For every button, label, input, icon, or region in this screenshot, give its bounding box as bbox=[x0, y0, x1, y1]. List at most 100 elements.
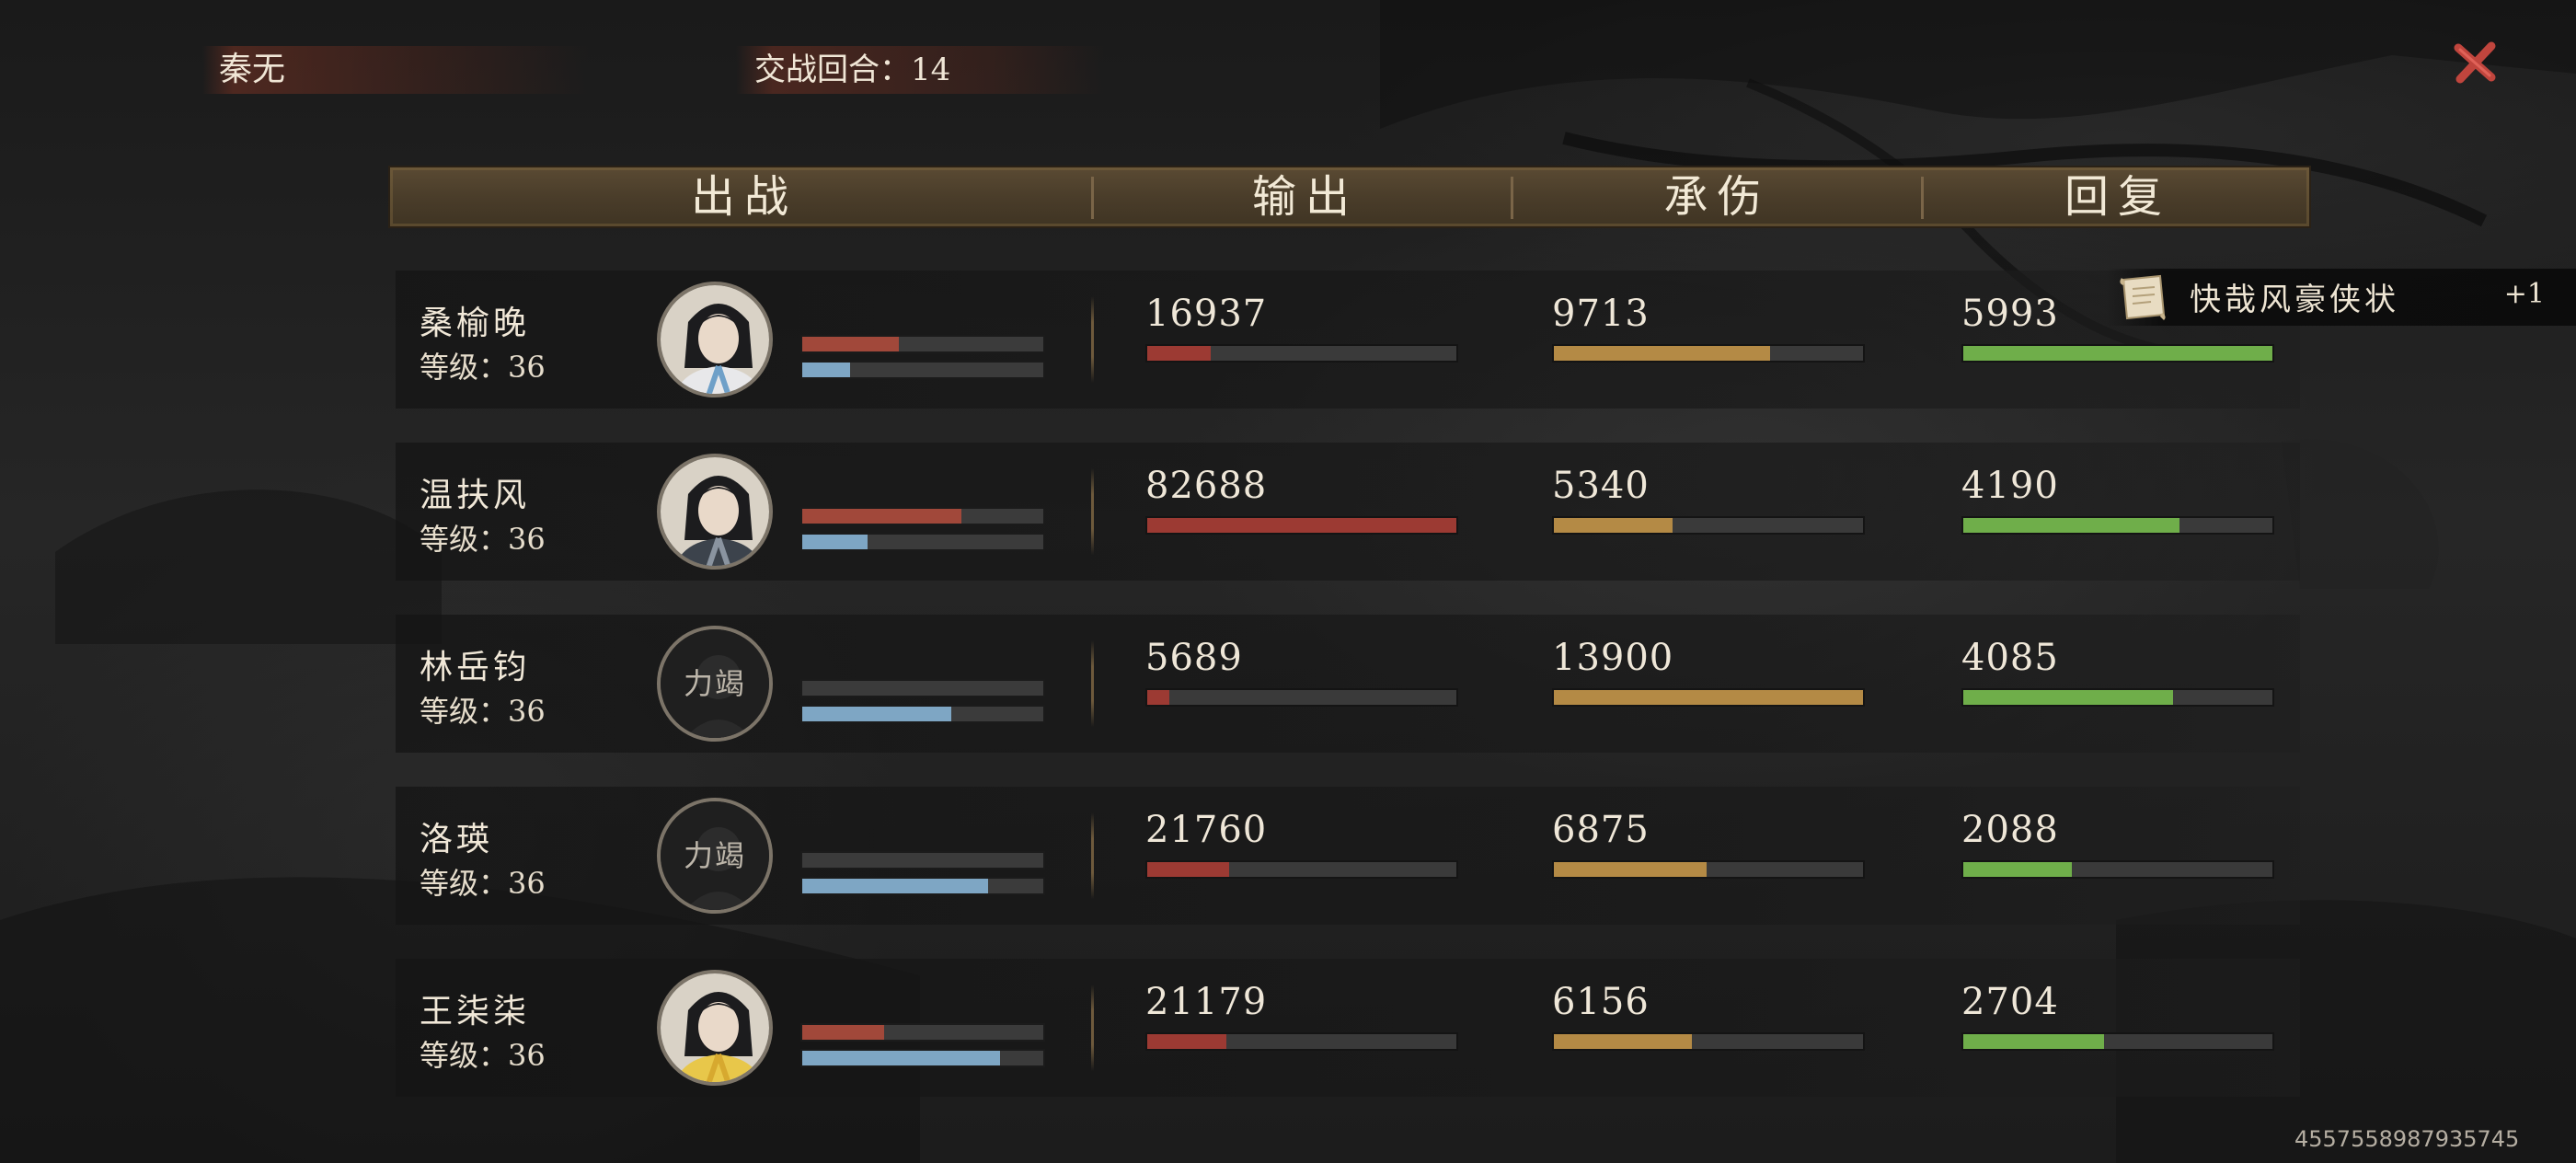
character-level: 等级：36 bbox=[420, 1038, 546, 1073]
character-row: 温扶风等级：36 82688 5340 4190 bbox=[396, 443, 2300, 581]
row-divider bbox=[1091, 985, 1094, 1071]
close-button[interactable] bbox=[2451, 39, 2499, 86]
header-damage-taken: 承伤 bbox=[1663, 171, 1771, 223]
output-bar bbox=[1145, 1032, 1458, 1051]
damage-taken-bar bbox=[1552, 860, 1865, 879]
damage-taken-bar bbox=[1552, 688, 1865, 707]
character-level: 等级：36 bbox=[420, 866, 546, 901]
output-value: 16937 bbox=[1145, 293, 1268, 335]
output-value: 82688 bbox=[1145, 465, 1268, 507]
damage-taken-fill bbox=[1554, 690, 1863, 705]
character-level: 等级：36 bbox=[420, 694, 546, 729]
output-value: 21179 bbox=[1145, 981, 1268, 1023]
character-avatar[interactable] bbox=[657, 970, 773, 1086]
health-bar bbox=[800, 851, 1045, 869]
notice-text: 快哉风豪侠状 bbox=[2190, 282, 2399, 318]
character-row: 桑榆晚 等级：36 16937 9713 5993 bbox=[396, 271, 2300, 409]
row-divider bbox=[1091, 468, 1094, 555]
stats-header: 出战 输出 承伤 回复 bbox=[388, 166, 2311, 228]
energy-fill bbox=[802, 535, 868, 549]
character-row: 洛瑛等级：36 力竭 21760 6875 2088 bbox=[396, 787, 2300, 925]
output-fill bbox=[1147, 690, 1169, 705]
health-bar bbox=[800, 335, 1045, 353]
header-output: 输出 bbox=[1251, 171, 1359, 223]
row-divider bbox=[1091, 296, 1094, 383]
character-name: 洛瑛 bbox=[420, 821, 494, 858]
damage-taken-bar bbox=[1552, 516, 1865, 535]
healing-value: 2704 bbox=[1961, 981, 2059, 1023]
healing-value: 4085 bbox=[1961, 637, 2059, 679]
character-level: 等级：36 bbox=[420, 522, 546, 557]
damage-taken-fill bbox=[1554, 1034, 1692, 1049]
scroll-icon bbox=[2120, 274, 2166, 320]
damage-taken-value: 6875 bbox=[1552, 809, 1650, 851]
healing-bar bbox=[1961, 688, 2274, 707]
healing-bar bbox=[1961, 1032, 2274, 1051]
healing-fill bbox=[1963, 346, 2272, 361]
reward-notice: 快哉风豪侠状 +1 bbox=[2107, 269, 2576, 326]
character-name: 温扶风 bbox=[420, 477, 531, 514]
header-sortie: 出战 bbox=[690, 171, 798, 223]
output-fill bbox=[1147, 346, 1211, 361]
player-name: 秦无 bbox=[202, 46, 589, 94]
healing-bar bbox=[1961, 516, 2274, 535]
damage-taken-value: 9713 bbox=[1552, 293, 1650, 335]
energy-fill bbox=[802, 1051, 1000, 1065]
output-fill bbox=[1147, 862, 1230, 877]
energy-bar bbox=[800, 1049, 1045, 1067]
output-bar bbox=[1145, 860, 1458, 879]
output-bar bbox=[1145, 688, 1458, 707]
health-bar bbox=[800, 1023, 1045, 1042]
health-fill bbox=[802, 509, 961, 524]
header-healing: 回复 bbox=[2064, 171, 2171, 223]
close-icon bbox=[2454, 41, 2496, 84]
output-fill bbox=[1147, 1034, 1226, 1049]
energy-bar bbox=[800, 877, 1045, 895]
health-bar bbox=[800, 679, 1045, 697]
energy-fill bbox=[802, 879, 988, 893]
energy-fill bbox=[802, 707, 952, 721]
character-avatar[interactable] bbox=[657, 282, 773, 397]
damage-taken-value: 13900 bbox=[1552, 637, 1674, 679]
character-name: 王柒柒 bbox=[420, 993, 531, 1031]
output-bar bbox=[1145, 344, 1458, 363]
output-value: 5689 bbox=[1145, 637, 1243, 679]
health-fill bbox=[802, 337, 899, 351]
healing-bar bbox=[1961, 860, 2274, 879]
character-row: 王柒柒等级：36 21179 6156 2704 bbox=[396, 959, 2300, 1097]
energy-bar bbox=[800, 705, 1045, 723]
output-fill bbox=[1147, 518, 1456, 533]
character-level: 等级：36 bbox=[420, 350, 546, 385]
damage-taken-value: 5340 bbox=[1552, 465, 1650, 507]
healing-bar bbox=[1961, 344, 2274, 363]
exhausted-label: 力竭 bbox=[683, 666, 746, 701]
energy-bar bbox=[800, 533, 1045, 551]
healing-value: 4190 bbox=[1961, 465, 2059, 507]
output-value: 21760 bbox=[1145, 809, 1268, 851]
damage-taken-fill bbox=[1554, 346, 1771, 361]
healing-fill bbox=[1963, 1034, 2104, 1049]
header-divider bbox=[1091, 177, 1094, 219]
health-fill bbox=[802, 1025, 885, 1040]
player-id: 4557558987935745 bbox=[2294, 1126, 2520, 1152]
damage-taken-bar bbox=[1552, 1032, 1865, 1051]
healing-fill bbox=[1963, 690, 2174, 705]
output-bar bbox=[1145, 516, 1458, 535]
character-name: 桑榆晚 bbox=[420, 305, 531, 342]
damage-taken-fill bbox=[1554, 518, 1673, 533]
damage-taken-bar bbox=[1552, 344, 1865, 363]
healing-fill bbox=[1963, 518, 2180, 533]
row-divider bbox=[1091, 812, 1094, 899]
damage-taken-value: 6156 bbox=[1552, 981, 1650, 1023]
character-avatar[interactable]: 力竭 bbox=[657, 626, 773, 742]
energy-fill bbox=[802, 363, 851, 377]
healing-fill bbox=[1963, 862, 2072, 877]
healing-value: 2088 bbox=[1961, 809, 2059, 851]
health-bar bbox=[800, 507, 1045, 525]
energy-bar bbox=[800, 361, 1045, 379]
character-avatar[interactable]: 力竭 bbox=[657, 798, 773, 914]
row-divider bbox=[1091, 640, 1094, 727]
character-avatar[interactable] bbox=[657, 454, 773, 570]
damage-taken-fill bbox=[1554, 862, 1708, 877]
notice-count: +1 bbox=[2503, 278, 2545, 310]
